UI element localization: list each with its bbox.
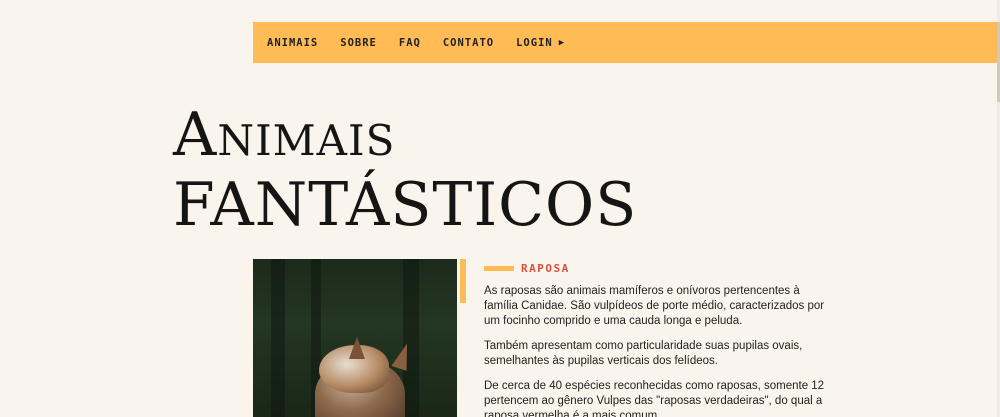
section-tag-label: RAPOSA [521,262,570,275]
section-tag: RAPOSA [484,262,570,275]
top-nav: ANIMAIS SOBRE FAQ CONTATO LOGIN ▶ [253,22,997,63]
nav-item-contato[interactable]: CONTATO [443,37,494,49]
tree-trunk [271,259,285,417]
page-title-line-1: Animais [173,100,396,170]
page-title-line-2: fantásticos [173,170,638,240]
fox-ear [349,337,365,359]
page-title: Animais fantásticos [173,100,637,240]
section-content: As raposas são animais mamíferos e onívo… [484,284,829,417]
paragraph: Também apresentam como particularidade s… [484,340,803,367]
paragraph: De cerca de 40 espécies reconhecidas com… [484,380,825,417]
fox-photo [253,259,457,417]
login-label: LOGIN [516,36,553,49]
tag-line [484,266,514,271]
play-arrow-icon: ▶ [558,37,566,48]
nav-item-login[interactable]: LOGIN ▶ [516,37,565,49]
tree-trunk [403,259,419,417]
nav-item-faq[interactable]: FAQ [399,37,421,49]
nav-item-animais[interactable]: ANIMAIS [267,37,318,49]
nav-item-sobre[interactable]: SOBRE [340,37,377,49]
accent-bar [460,259,466,303]
paragraph: As raposas são animais mamíferos e onívo… [484,285,825,327]
